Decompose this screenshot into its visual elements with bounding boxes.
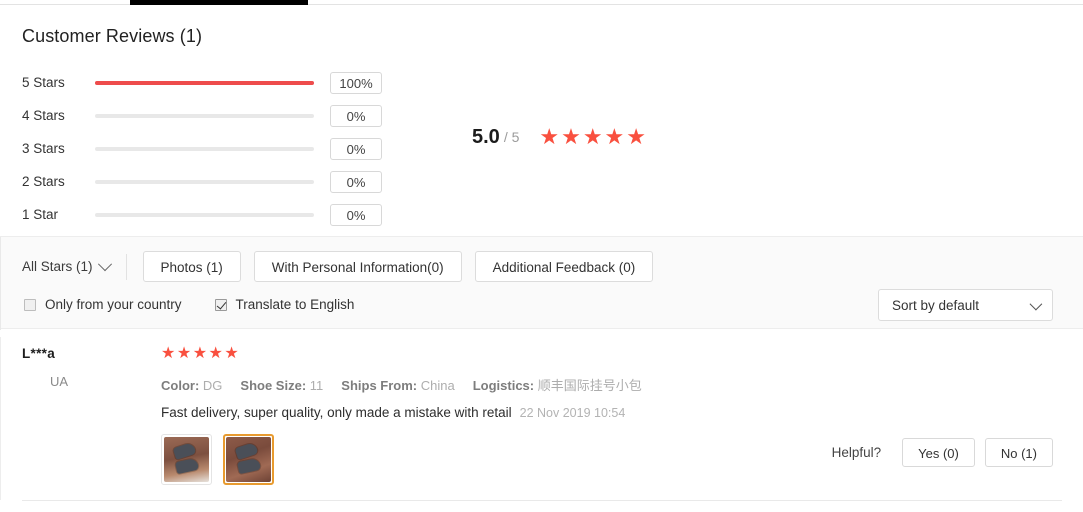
histogram-label: 3 Stars (22, 141, 65, 156)
filter-bar: All Stars (1) Photos (1) With Personal I… (0, 236, 1083, 330)
star-rating-icon: ★★★★★ (539, 124, 649, 149)
histogram-fill (95, 80, 314, 85)
rating-histogram: 5 Stars 100% 4 Stars 0% 3 Stars 0% 2 Sta… (22, 66, 382, 231)
all-stars-dropdown[interactable]: All Stars (1) (22, 256, 126, 274)
histogram-track (95, 80, 314, 85)
attribute-logistics: Logistics: 顺丰国际挂号小包 (473, 378, 642, 393)
filter-pill-row: All Stars (1) Photos (1) With Personal I… (22, 251, 666, 282)
attribute-key: Ships From: (341, 378, 418, 393)
histogram-track (95, 113, 314, 118)
attribute-value: 11 (309, 378, 324, 393)
review-text-line: Fast delivery, super quality, only made … (161, 405, 1083, 420)
reviewer-name: L***a (22, 346, 56, 361)
review-date: 22 Nov 2019 10:54 (519, 406, 626, 420)
attribute-key: Logistics: (472, 378, 535, 393)
page-title: Customer Reviews (1) (22, 26, 203, 46)
attribute-key: Color: (161, 378, 200, 393)
review-item: L***a UA ★★★★★ Color: DG Shoe Size: 11 Shi… (0, 337, 1083, 502)
histogram-track (95, 212, 314, 217)
checkbox-icon[interactable] (24, 298, 36, 311)
review-left-border (0, 337, 1, 500)
checkbox-translate-to-english[interactable]: Translate to English (214, 297, 355, 312)
score-denominator: / 5 (503, 129, 520, 145)
attribute-shoe-size: Shoe Size: 11 (240, 378, 323, 393)
histogram-row[interactable]: 1 Star 0% (22, 198, 382, 231)
helpful-section: Helpful? Yes (0) No (1) (832, 438, 1053, 467)
filter-pill-personal-information[interactable]: With Personal Information(0) (253, 251, 462, 282)
attribute-value: 顺丰国际挂号小包 (537, 378, 642, 393)
filter-pill-photos[interactable]: Photos (1) (142, 251, 241, 282)
attribute-value: China (420, 378, 455, 393)
histogram-row[interactable]: 4 Stars 0% (22, 99, 382, 132)
score-value: 5.0 (472, 126, 500, 148)
histogram-percent[interactable]: 0% (330, 203, 382, 226)
chevron-down-icon (97, 256, 112, 271)
histogram-row[interactable]: 2 Stars 0% (22, 165, 382, 198)
helpful-label: Helpful? (831, 445, 882, 460)
attribute-color: Color: DG (161, 378, 222, 393)
sort-dropdown-value: Sort by default (892, 297, 980, 313)
histogram-percent[interactable]: 0% (330, 104, 382, 127)
histogram-track (95, 179, 314, 184)
country-code: UA (50, 374, 69, 389)
histogram-label: 1 Star (22, 207, 59, 222)
histogram-percent[interactable]: 100% (330, 71, 382, 94)
filter-separator (125, 253, 127, 280)
chevron-down-icon (1029, 297, 1043, 310)
histogram-label: 5 Stars (22, 75, 65, 90)
attribute-ships-from: Ships From: China (341, 378, 454, 393)
histogram-percent[interactable]: 0% (330, 137, 382, 160)
review-photo-thumbnail-selected[interactable] (223, 434, 274, 485)
ukraine-flag-icon (22, 375, 42, 388)
sneaker-photo-icon (164, 437, 209, 482)
histogram-label: 4 Stars (22, 108, 65, 123)
histogram-row[interactable]: 5 Stars 100% (22, 66, 382, 99)
checkbox-label: Translate to English (235, 297, 355, 312)
all-stars-label: All Stars (1) (22, 259, 93, 274)
sort-dropdown[interactable]: Sort by default (878, 289, 1053, 321)
sneaker-photo-icon (226, 437, 271, 482)
reviewer-info: L***a UA (22, 346, 152, 389)
attribute-key: Shoe Size: (240, 378, 307, 393)
histogram-percent[interactable]: 0% (330, 170, 382, 193)
active-tab-underline (130, 0, 308, 5)
checkbox-label: Only from your country (45, 297, 182, 312)
review-bottom-divider (22, 500, 1062, 501)
histogram-row[interactable]: 3 Stars 0% (22, 132, 382, 165)
reviewer-country: UA (22, 374, 152, 389)
helpful-no-button[interactable]: No (1) (984, 438, 1053, 467)
filter-bar-left-border (0, 237, 1, 330)
attribute-value: DG (202, 378, 223, 393)
checkbox-only-from-your-country[interactable]: Only from your country (24, 297, 182, 312)
review-text: Fast delivery, super quality, only made … (161, 405, 512, 420)
tab-strip (0, 0, 1083, 6)
filter-pill-additional-feedback[interactable]: Additional Feedback (0) (474, 251, 654, 282)
helpful-yes-button[interactable]: Yes (0) (902, 438, 975, 467)
review-attributes: Color: DG Shoe Size: 11 Ships From: China L… (161, 375, 1083, 394)
filter-checkbox-row: Only from your country Translate to Engl… (24, 297, 387, 312)
histogram-track (95, 146, 314, 151)
checkbox-checked-icon[interactable] (214, 298, 227, 311)
overall-score: 5.0 / 5 ★★★★★ (472, 126, 648, 148)
review-star-rating-icon: ★★★★★ (161, 345, 241, 362)
review-photo-thumbnail[interactable] (161, 434, 212, 485)
histogram-label: 2 Stars (22, 174, 65, 189)
